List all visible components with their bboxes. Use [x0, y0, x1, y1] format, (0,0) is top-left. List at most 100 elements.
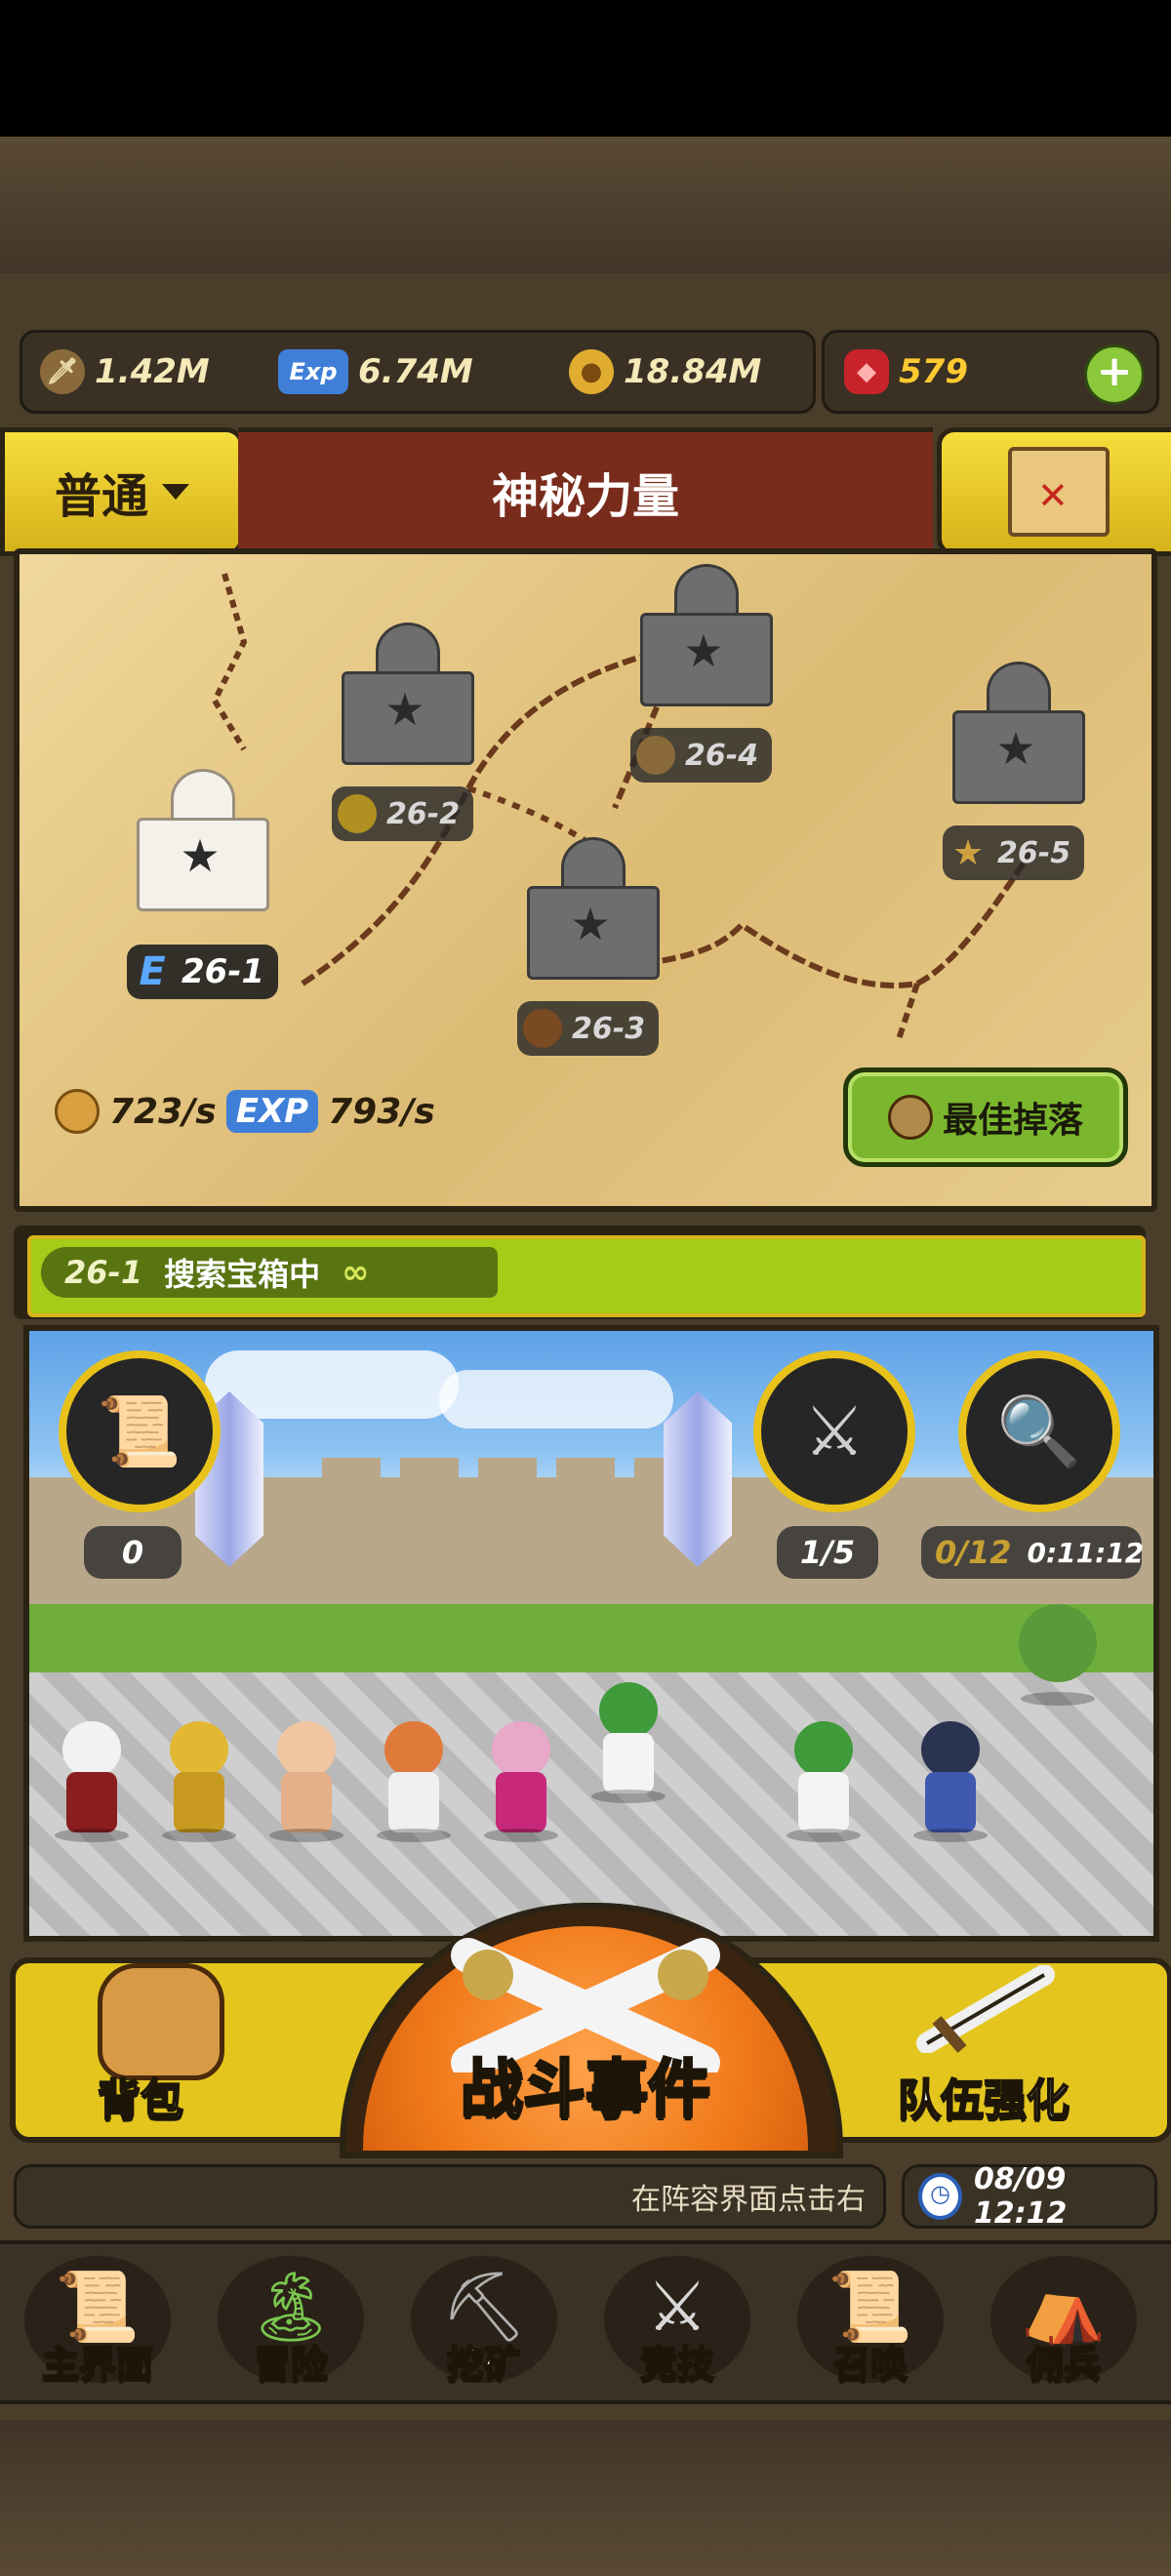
nav-main[interactable]: 📜 主界面 [5, 2244, 190, 2391]
gold-coin-icon [55, 1089, 100, 1134]
loot-bag-icon [887, 1095, 933, 1140]
hint-message: 在阵容界面点击右 [14, 2164, 886, 2229]
cloud [439, 1370, 673, 1429]
sword-count: 1/5 [777, 1526, 878, 1579]
gold-rate: 723/s [109, 1091, 217, 1132]
clock-display: ◷ 08/09 12:12 [902, 2162, 1157, 2231]
sword-icon: 🗡 [40, 349, 85, 394]
enemy-green-hair [781, 1721, 867, 1842]
grass-strip [29, 1604, 1153, 1672]
nav-mining-label: 挖矿 [446, 2342, 522, 2387]
difficulty-label: 普通 [54, 469, 148, 524]
gem-resource: ◆ 579 [844, 333, 968, 411]
scroll-icon: 📜 [97, 1390, 182, 1471]
chevron-down-icon [162, 484, 189, 500]
exp-value: 6.74M [358, 352, 473, 391]
progress-label: 26-1 搜索宝箱中 ∞ [41, 1247, 498, 1298]
castle-stage-26-5[interactable]: ★ [943, 662, 1089, 808]
exp-resource: Exp 6.74M [278, 333, 473, 411]
exp-rate: 793/s [328, 1091, 435, 1132]
loot-bag-icon [636, 736, 675, 775]
gold-resource: ● 18.84M [569, 333, 761, 411]
meat-icon [523, 1009, 562, 1048]
nav-arena[interactable]: ⚔ 竞技 [585, 2244, 770, 2391]
difficulty-dropdown[interactable]: 普通 [0, 427, 244, 556]
treasure-map-icon [1008, 447, 1110, 537]
rank-e-icon: E [139, 949, 166, 994]
stage-label-26-2[interactable]: 26-2 [332, 786, 474, 841]
star-icon: ★ [180, 829, 221, 882]
star-icon: ★ [570, 898, 611, 950]
treasure-map-button[interactable] [937, 427, 1171, 556]
gold-coin-icon [338, 794, 377, 833]
star-icon: ★ [951, 832, 985, 873]
page-title: 神秘力量 [238, 427, 933, 556]
idle-rates: 723/s EXP 793/s [55, 1089, 435, 1134]
battle-scene: 📜 0 ⚔ 1/5 🔍 0/12 0:11:12 [23, 1325, 1159, 1942]
magnifier-icon: 🔍 [996, 1390, 1082, 1471]
nav-adventure-label: 冒险 [253, 2342, 329, 2387]
best-drop-button[interactable]: 最佳掉落 [843, 1067, 1128, 1167]
enemy-blue-hair [908, 1721, 993, 1842]
star-icon: ★ [384, 683, 425, 736]
attack-value: 1.42M [95, 352, 210, 391]
search-event-button[interactable]: 🔍 [958, 1350, 1120, 1512]
stage-label-26-5[interactable]: ★ 26-5 [943, 825, 1085, 880]
sword-icon [916, 1965, 1055, 2053]
best-drop-label: 最佳掉落 [942, 1101, 1083, 1141]
clock-icon: ◷ [918, 2173, 962, 2220]
star-icon: ★ [995, 722, 1036, 775]
exp-badge: EXP [225, 1090, 319, 1133]
hero-swordsman [49, 1721, 135, 1842]
hero-green-mage [586, 1682, 671, 1803]
search-status: 0/12 0:11:12 [921, 1526, 1145, 1579]
sword-event-button[interactable]: ⚔ [753, 1350, 915, 1512]
gem-value: 579 [899, 352, 968, 391]
nav-mercenary-label: 佣兵 [1026, 2342, 1102, 2387]
nav-summon[interactable]: 📜 召唤 [778, 2244, 963, 2391]
hero-fox [371, 1721, 457, 1842]
scroll-event-button[interactable]: 📜 [59, 1350, 221, 1512]
search-count: 0/12 [935, 1534, 1012, 1571]
backpack-icon [98, 1963, 224, 2080]
castle-stage-26-4[interactable]: ★ [630, 564, 777, 710]
castle-stage-26-2[interactable]: ★ [332, 623, 478, 769]
crystal [664, 1391, 732, 1567]
bag-button[interactable]: 背包 [97, 2065, 184, 2127]
star-icon: ★ [683, 624, 724, 677]
nav-mercenary[interactable]: ⛺ 佣兵 [971, 2244, 1156, 2391]
sword-icon: ⚔ [803, 1391, 866, 1471]
status-bar-blank [0, 0, 1171, 137]
attack-resource: 🗡 1.42M [40, 333, 210, 411]
nav-arena-label: 竞技 [639, 2342, 715, 2387]
gold-value: 18.84M [624, 352, 762, 391]
stage-label-26-3[interactable]: 26-3 [517, 1001, 660, 1056]
progress-status: 搜索宝箱中 [164, 1256, 321, 1293]
team-upgrade-button[interactable]: 队伍强化 [897, 2065, 1070, 2127]
scroll-count: 0 [84, 1526, 182, 1579]
gold-coin-icon: ● [569, 349, 614, 394]
castle-stage-26-1[interactable]: ★ [127, 769, 273, 915]
nav-main-label: 主界面 [41, 2342, 154, 2387]
exp-icon: Exp [278, 349, 348, 394]
nav-summon-label: 召唤 [832, 2342, 909, 2387]
search-timer: 0:11:12 [1027, 1536, 1145, 1569]
datetime: 08/09 12:12 [973, 2162, 1068, 2231]
hero-dancer [478, 1721, 564, 1842]
resource-bar: 🗡 1.42M Exp 6.74M ● 18.84M [20, 330, 816, 414]
stage-label-26-4[interactable]: 26-4 [630, 728, 773, 783]
hero-gold-knight [156, 1721, 242, 1842]
stage-label-26-1[interactable]: E 26-1 [127, 945, 279, 999]
nav-mining[interactable]: ⛏ 挖矿 [391, 2244, 577, 2391]
hero-monk [263, 1721, 349, 1842]
infinity-icon: ∞ [342, 1253, 370, 1292]
castle-stage-26-3[interactable]: ★ [517, 837, 664, 984]
background-parchment [0, 137, 1171, 283]
ruby-icon: ◆ [844, 349, 889, 394]
progress-stage: 26-1 [64, 1254, 143, 1291]
background-parchment-bottom [0, 2420, 1171, 2576]
battle-event-label: 战斗事件 [460, 2053, 712, 2128]
gem-bar: ◆ 579 + [822, 330, 1159, 414]
add-gems-button[interactable]: + [1084, 344, 1145, 405]
nav-adventure[interactable]: 🏝 冒险 [198, 2244, 384, 2391]
